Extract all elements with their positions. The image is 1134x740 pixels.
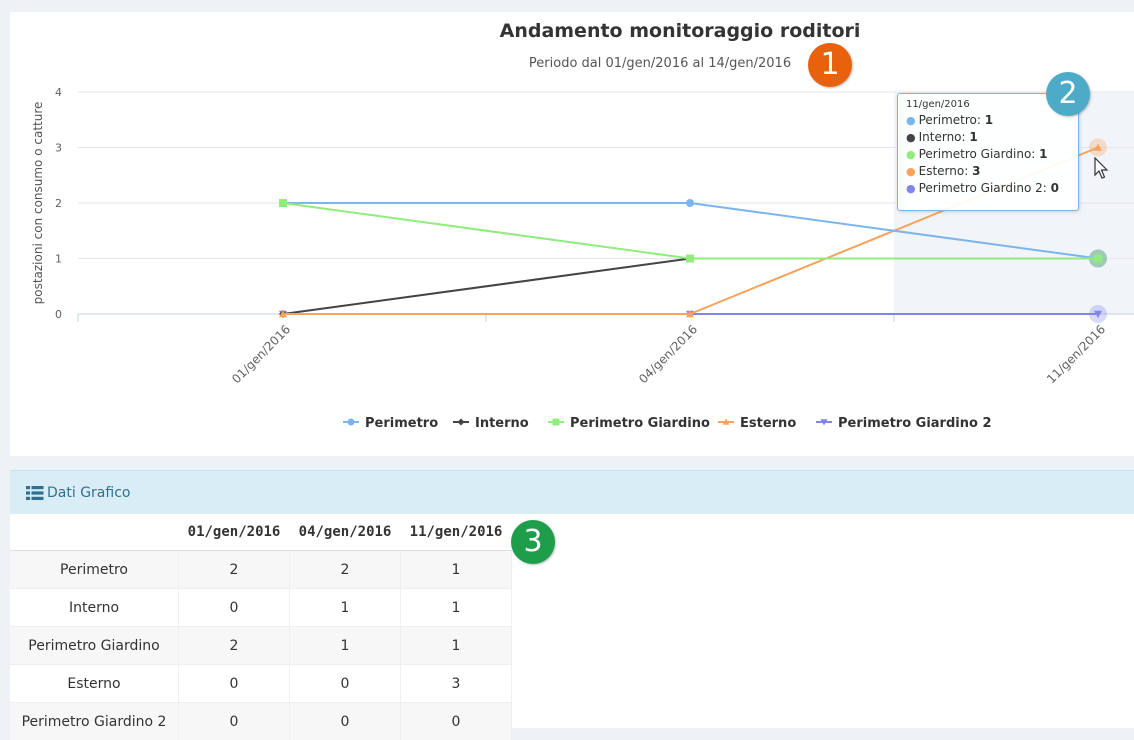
- callout-badge-2: 2: [1046, 72, 1090, 116]
- panel-title: Dati Grafico: [47, 485, 130, 501]
- mouse-cursor-icon: [1094, 157, 1110, 181]
- tooltip-row: ●Perimetro Giardino: 1: [906, 146, 1070, 163]
- table-row-name: Perimetro: [10, 551, 179, 589]
- table-cell: 1: [401, 551, 512, 589]
- line-chart: 0 1 2 3 4 postazioni con consumo o catture 01/…: [10, 12, 1134, 456]
- list-icon: [26, 485, 44, 501]
- data-point: [1094, 255, 1102, 263]
- table-row: Perimetro Giardino 2 0 0 0: [10, 703, 512, 740]
- legend-swatch-marker: [458, 419, 465, 426]
- callout-badge-1: 1: [808, 43, 852, 87]
- tooltip-header: 11/gen/2016: [906, 99, 1070, 110]
- legend-swatch-marker: [553, 419, 560, 426]
- tooltip-series-dot: ●: [906, 165, 916, 178]
- table-cell: 0: [179, 703, 290, 740]
- table-cell: 0: [290, 665, 401, 703]
- table-header-cell: 04/gen/2016: [290, 514, 401, 551]
- y-tick-label: 3: [55, 142, 62, 155]
- legend-item: Esterno: [740, 416, 796, 431]
- table-cell: 0: [179, 665, 290, 703]
- table-cell: 0: [179, 589, 290, 627]
- table-cell: 3: [401, 665, 512, 703]
- tooltip-series-name: Perimetro:: [919, 113, 985, 127]
- tooltip-series-name: Perimetro Giardino:: [919, 147, 1040, 161]
- table-row: Esterno 0 0 3: [10, 665, 512, 703]
- tooltip-series-dot: ●: [906, 131, 916, 144]
- tooltip-series-value: 1: [969, 130, 977, 144]
- tooltip-series-value: 3: [972, 164, 980, 178]
- chart-tooltip: 11/gen/2016 ●Perimetro: 1●Interno: 1●Per…: [897, 93, 1079, 211]
- tooltip-row: ●Perimetro: 1: [906, 112, 1070, 129]
- legend-swatch-marker: [348, 419, 355, 426]
- tooltip-series-dot: ●: [906, 114, 916, 127]
- tooltip-series-name: Esterno:: [919, 164, 972, 178]
- chart-card: 0 1 2 3 4 postazioni con consumo o catture 01/…: [10, 12, 1134, 456]
- x-tick-label: 04/gen/2016: [636, 322, 700, 386]
- table-cell: 2: [179, 551, 290, 589]
- callout-badge-3: 3: [511, 520, 555, 564]
- chart-subtitle: Periodo dal 01/gen/2016 al 14/gen/2016: [10, 56, 1134, 71]
- y-tick-label: 0: [55, 308, 62, 321]
- tooltip-row: ●Esterno: 3: [906, 163, 1070, 180]
- chart-title: Andamento monitoraggio roditori: [10, 20, 1134, 42]
- data-point: [686, 255, 694, 263]
- tooltip-series-dot: ●: [906, 182, 916, 195]
- table-header-cell: 11/gen/2016: [401, 514, 512, 551]
- table-cell: 1: [401, 589, 512, 627]
- table-row: Perimetro Giardino 2 1 1: [10, 627, 512, 665]
- table-header-row: 01/gen/2016 04/gen/2016 11/gen/2016: [10, 514, 512, 551]
- tooltip-series-dot: ●: [906, 148, 916, 161]
- table-cell: 2: [290, 551, 401, 589]
- x-tick-label: 01/gen/2016: [229, 322, 293, 386]
- table-cell: 0: [401, 703, 512, 740]
- y-tick-label: 4: [55, 86, 62, 99]
- data-point: [279, 199, 287, 207]
- legend-item: Interno: [475, 416, 529, 431]
- panel-header-dati-grafico[interactable]: Dati Grafico: [10, 470, 1134, 514]
- tooltip-series-name: Interno:: [919, 130, 970, 144]
- y-tick-label: 1: [55, 253, 62, 266]
- table-cell: 1: [290, 589, 401, 627]
- data-table: 01/gen/2016 04/gen/2016 11/gen/2016 Peri…: [10, 514, 512, 740]
- y-tick-label: 2: [55, 197, 62, 210]
- table-row: Perimetro 2 2 1: [10, 551, 512, 589]
- table-header-cell: 01/gen/2016: [179, 514, 290, 551]
- tooltip-row: ●Perimetro Giardino 2: 0: [906, 180, 1070, 197]
- table-row-name: Esterno: [10, 665, 179, 703]
- panel-body: 01/gen/2016 04/gen/2016 11/gen/2016 Peri…: [10, 514, 1134, 728]
- tooltip-series-value: 0: [1051, 181, 1059, 195]
- legend-item: Perimetro: [365, 416, 438, 431]
- table-row-name: Perimetro Giardino 2: [10, 703, 179, 740]
- table-cell: 1: [290, 627, 401, 665]
- legend-item: Perimetro Giardino: [570, 416, 710, 431]
- table-row: Interno 0 1 1: [10, 589, 512, 627]
- table-row-name: Perimetro Giardino: [10, 627, 179, 665]
- tooltip-series-value: 1: [1039, 147, 1047, 161]
- table-cell: 0: [290, 703, 401, 740]
- tooltip-series-value: 1: [985, 113, 993, 127]
- y-axis-label: postazioni con consumo o catture: [31, 102, 45, 305]
- data-point: [686, 199, 694, 207]
- table-header-corner: [10, 514, 179, 551]
- tooltip-row: ●Interno: 1: [906, 129, 1070, 146]
- table-cell: 2: [179, 627, 290, 665]
- legend-item: Perimetro Giardino 2: [838, 416, 992, 431]
- tooltip-series-name: Perimetro Giardino 2:: [919, 181, 1051, 195]
- table-row-name: Interno: [10, 589, 179, 627]
- table-cell: 1: [401, 627, 512, 665]
- x-tick-label: 11/gen/2016: [1044, 322, 1108, 386]
